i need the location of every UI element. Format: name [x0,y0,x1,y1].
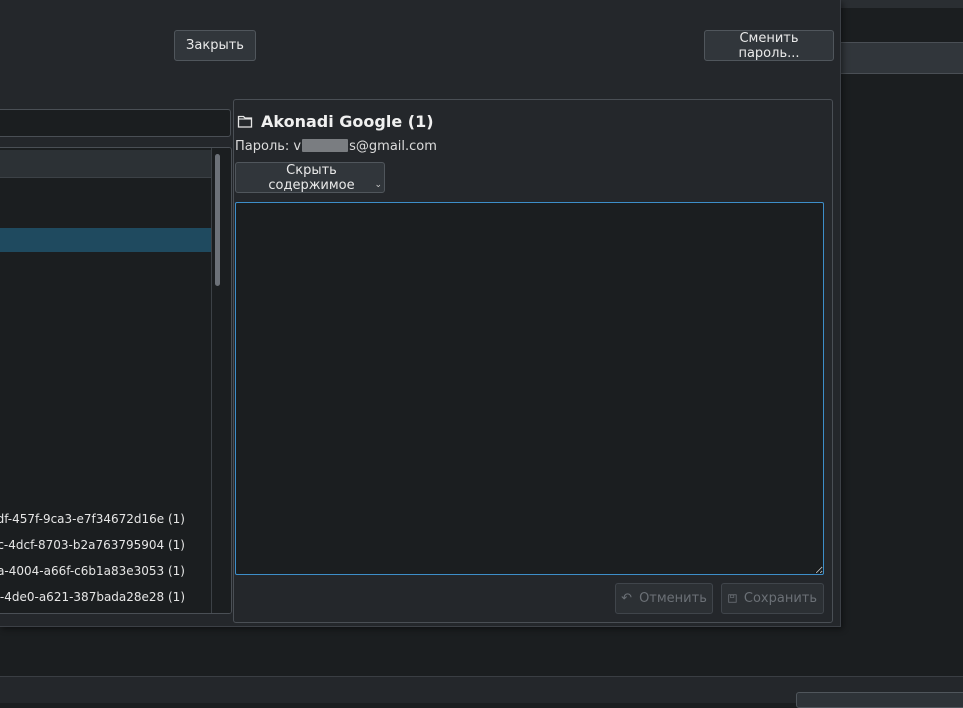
password-email: s@gmail.com [349,139,437,154]
tree-item-label: 7-4de0-a621-387bada28e28 (1) [0,590,185,604]
undo-icon: ↶ [621,591,633,606]
contents-editor[interactable] [235,202,824,575]
search-input[interactable] [0,109,231,137]
tree-item[interactable]: c-4dcf-8703-b2a763795904 (1) [0,533,209,557]
tree-item-label: 4a-4004-a66f-c6b1a83e3053 (1) [0,564,185,578]
cancel-label: Отменить [639,591,707,606]
tree-selected-row[interactable] [0,228,211,252]
tree-item[interactable]: 7-4de0-a621-387bada28e28 (1) [0,585,209,609]
tree-item-label: c-4dcf-8703-b2a763795904 (1) [0,538,185,552]
redacted-mask [302,139,349,152]
tree-item[interactable]: 4a-4004-a66f-c6b1a83e3053 (1) [0,559,209,583]
background-window-button[interactable] [796,692,963,708]
save-icon [728,594,737,603]
hide-contents-button[interactable]: Скрыть содержимое ⌄ [235,162,385,193]
password-label: Пароль: v [235,139,302,154]
cancel-button[interactable]: ↶ Отменить [615,583,713,614]
tree-header [0,150,211,178]
tree-scrollbar-thumb[interactable] [215,154,220,286]
folder-icon [237,115,253,128]
close-button[interactable]: Закрыть [174,30,256,61]
background-window-strip [838,0,963,8]
entry-title: Akonadi Google (1) [261,111,434,131]
tree-item-label: df-457f-9ca3-e7f34672d16e (1) [0,512,185,526]
chevron-down-icon: ⌄ [374,180,382,190]
save-button[interactable]: Сохранить [721,583,824,614]
tree-item[interactable]: df-457f-9ca3-e7f34672d16e (1) [0,507,209,531]
save-label: Сохранить [743,591,817,606]
wallet-tree[interactable]: df-457f-9ca3-e7f34672d16e (1) c-4dcf-870… [0,147,232,614]
background-window-toolbar [838,42,963,74]
password-line: Пароль: v s@gmail.com [235,139,437,154]
change-password-button[interactable]: Сменить пароль... [704,30,834,61]
entry-title-row: Akonadi Google (1) [237,110,434,132]
hide-contents-label: Скрыть содержимое [268,162,355,193]
